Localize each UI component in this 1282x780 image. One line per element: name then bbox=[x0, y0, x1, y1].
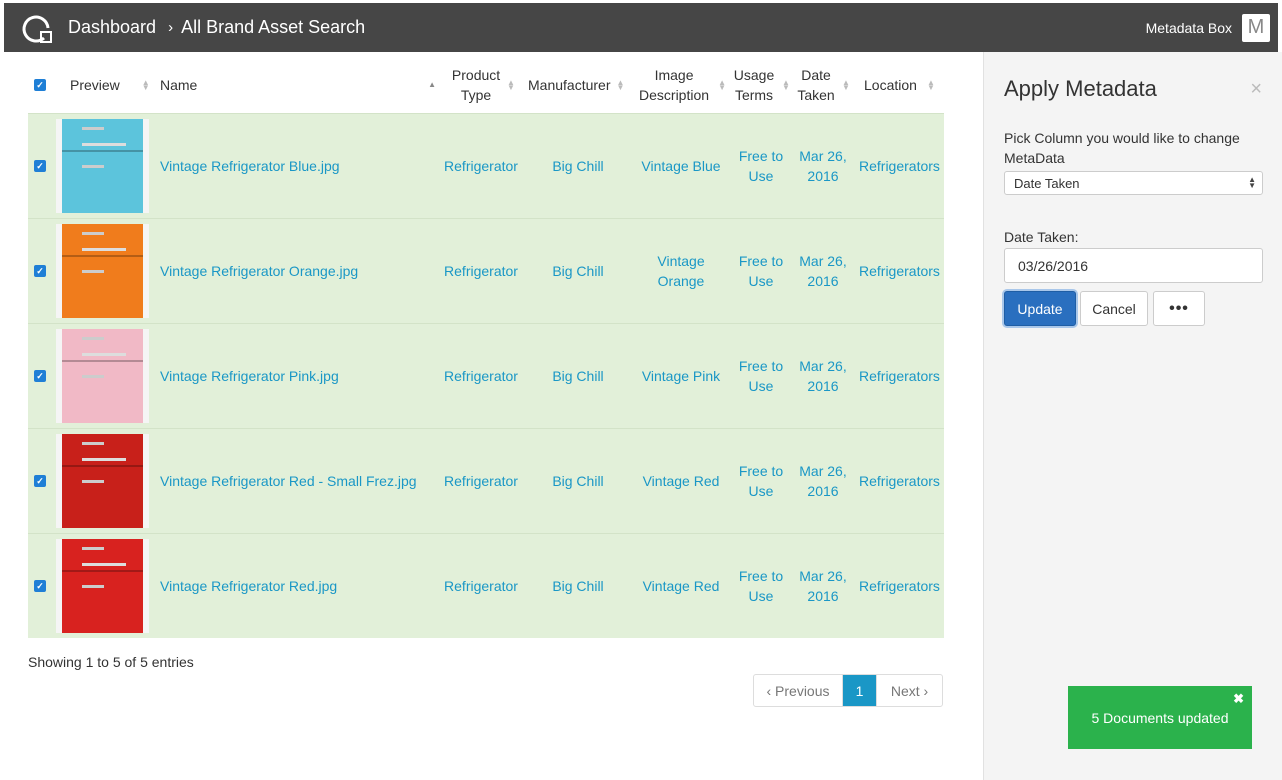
app-name[interactable]: Metadata Box bbox=[1146, 20, 1232, 36]
location-cell[interactable]: Refrigerators bbox=[859, 534, 944, 638]
table-row[interactable]: ✓ Vintage Refrigerator Blue.jpg Refrigerat… bbox=[28, 113, 944, 218]
date-taken-cell[interactable]: Mar 26, 2016 bbox=[794, 534, 852, 638]
cancel-button[interactable]: Cancel bbox=[1080, 291, 1148, 326]
asset-name-link[interactable]: Vintage Refrigerator Pink.jpg bbox=[160, 324, 430, 428]
image-description-cell[interactable]: Vintage Blue bbox=[636, 114, 726, 218]
asset-name-link[interactable]: Vintage Refrigerator Blue.jpg bbox=[160, 114, 430, 218]
pick-column-label: Pick Column you would like to change Met… bbox=[1004, 130, 1240, 166]
sort-asc-icon: ▲ bbox=[428, 79, 436, 89]
column-select[interactable]: Date Taken ▲ ▼ bbox=[1004, 171, 1263, 195]
usage-terms-cell[interactable]: Free to Use bbox=[734, 534, 788, 638]
row-checkbox[interactable]: ✓ bbox=[34, 219, 46, 323]
column-header-name[interactable]: Name ▲ bbox=[160, 56, 436, 113]
manufacturer-cell[interactable]: Big Chill bbox=[542, 324, 614, 428]
toast-message: 5 Documents updated bbox=[1091, 709, 1229, 726]
row-checkbox[interactable]: ✓ bbox=[34, 429, 46, 533]
column-header-product-type[interactable]: Product Type ▲ ▼ bbox=[448, 56, 518, 113]
column-header-preview[interactable]: Preview ▲ ▼ bbox=[70, 56, 150, 113]
top-bar: Dashboard › All Brand Asset Search Metad… bbox=[4, 3, 1278, 52]
product-type-cell[interactable]: Refrigerator bbox=[440, 429, 522, 533]
table-row[interactable]: ✓ Vintage Refrigerator Red - Small Frez.j… bbox=[28, 428, 944, 533]
manufacturer-cell[interactable]: Big Chill bbox=[542, 219, 614, 323]
location-cell[interactable]: Refrigerators bbox=[859, 324, 944, 428]
breadcrumb-dashboard[interactable]: Dashboard bbox=[68, 17, 156, 38]
avatar[interactable]: M bbox=[1242, 13, 1270, 42]
page-1-button[interactable]: 1 bbox=[843, 675, 876, 706]
table-row[interactable]: ✓ Vintage Refrigerator Orange.jpg Refriger… bbox=[28, 218, 944, 323]
table-header: ✓ Preview ▲ ▼ Name ▲ Product Type ▲ ▼ Manufac… bbox=[28, 56, 944, 113]
next-page-button[interactable]: Next › bbox=[876, 675, 942, 706]
app-logo-icon[interactable] bbox=[18, 10, 54, 46]
date-taken-cell[interactable]: Mar 26, 2016 bbox=[794, 219, 852, 323]
previous-page-button[interactable]: ‹ Previous bbox=[754, 675, 843, 706]
asset-name-link[interactable]: Vintage Refrigerator Orange.jpg bbox=[160, 219, 430, 323]
row-checkbox[interactable]: ✓ bbox=[34, 114, 46, 218]
select-arrows-icon: ▲ ▼ bbox=[1248, 175, 1256, 190]
preview-thumbnail[interactable] bbox=[56, 539, 149, 633]
panel-title: Apply Metadata bbox=[1004, 76, 1157, 101]
location-cell[interactable]: Refrigerators bbox=[859, 429, 944, 533]
date-taken-cell[interactable]: Mar 26, 2016 bbox=[794, 429, 852, 533]
preview-thumbnail[interactable] bbox=[56, 224, 149, 318]
asset-name-link[interactable]: Vintage Refrigerator Red - Small Frez.jp… bbox=[160, 429, 430, 533]
product-type-cell[interactable]: Refrigerator bbox=[440, 324, 522, 428]
product-type-cell[interactable]: Refrigerator bbox=[440, 114, 522, 218]
column-header-date-taken[interactable]: Date Taken ▲ ▼ bbox=[796, 56, 852, 113]
usage-terms-cell[interactable]: Free to Use bbox=[734, 429, 788, 533]
apply-metadata-panel: Apply Metadata × Pick Column you would l… bbox=[983, 52, 1282, 780]
image-description-cell[interactable]: Vintage Red bbox=[636, 534, 726, 638]
column-header-manufacturer[interactable]: Manufacturer ▲ ▼ bbox=[528, 56, 624, 113]
more-options-button[interactable]: ••• bbox=[1153, 291, 1205, 326]
usage-terms-cell[interactable]: Free to Use bbox=[734, 324, 788, 428]
usage-terms-cell[interactable]: Free to Use bbox=[734, 219, 788, 323]
column-header-location[interactable]: Location ▲ ▼ bbox=[864, 56, 935, 113]
select-all-checkbox[interactable]: ✓ bbox=[34, 56, 46, 113]
asset-table: ✓ Preview ▲ ▼ Name ▲ Product Type ▲ ▼ Manufac… bbox=[28, 56, 944, 638]
location-cell[interactable]: Refrigerators bbox=[859, 219, 944, 323]
manufacturer-cell[interactable]: Big Chill bbox=[542, 114, 614, 218]
column-header-usage-terms[interactable]: Usage Terms ▲ ▼ bbox=[732, 56, 792, 113]
pagination: ‹ Previous 1 Next › bbox=[753, 674, 943, 707]
product-type-cell[interactable]: Refrigerator bbox=[440, 534, 522, 638]
toast-close-icon[interactable]: ✖ bbox=[1233, 691, 1244, 707]
breadcrumb-current: All Brand Asset Search bbox=[181, 17, 366, 37]
table-row[interactable]: ✓ Vintage Refrigerator Pink.jpg Refrigerat… bbox=[28, 323, 944, 428]
manufacturer-cell[interactable]: Big Chill bbox=[542, 429, 614, 533]
usage-terms-cell[interactable]: Free to Use bbox=[734, 114, 788, 218]
product-type-cell[interactable]: Refrigerator bbox=[440, 219, 522, 323]
row-checkbox[interactable]: ✓ bbox=[34, 324, 46, 428]
image-description-cell[interactable]: Vintage Red bbox=[636, 429, 726, 533]
asset-name-link[interactable]: Vintage Refrigerator Red.jpg bbox=[160, 534, 430, 638]
column-header-image-description[interactable]: Image Description ▲ ▼ bbox=[636, 56, 726, 113]
date-taken-label: Date Taken: bbox=[1004, 229, 1079, 245]
image-description-cell[interactable]: Vintage Pink bbox=[636, 324, 726, 428]
preview-thumbnail[interactable] bbox=[56, 434, 149, 528]
column-select-value: Date Taken bbox=[1014, 175, 1080, 191]
preview-thumbnail[interactable] bbox=[56, 329, 149, 423]
row-checkbox[interactable]: ✓ bbox=[34, 534, 46, 638]
date-taken-input[interactable]: 03/26/2016 bbox=[1004, 248, 1263, 283]
success-toast: 5 Documents updated ✖ bbox=[1068, 686, 1252, 749]
image-description-cell[interactable]: Vintage Orange bbox=[636, 219, 726, 323]
date-taken-cell[interactable]: Mar 26, 2016 bbox=[794, 114, 852, 218]
entries-info: Showing 1 to 5 of 5 entries bbox=[28, 654, 194, 670]
preview-thumbnail[interactable] bbox=[56, 119, 149, 213]
update-button[interactable]: Update bbox=[1004, 291, 1076, 326]
table-row[interactable]: ✓ Vintage Refrigerator Red.jpg Refrigerato… bbox=[28, 533, 944, 638]
manufacturer-cell[interactable]: Big Chill bbox=[542, 534, 614, 638]
breadcrumb: Dashboard › All Brand Asset Search bbox=[68, 17, 365, 38]
date-taken-cell[interactable]: Mar 26, 2016 bbox=[794, 324, 852, 428]
close-icon[interactable]: × bbox=[1250, 78, 1262, 101]
location-cell[interactable]: Refrigerators bbox=[859, 114, 944, 218]
breadcrumb-separator-icon: › bbox=[168, 19, 174, 36]
